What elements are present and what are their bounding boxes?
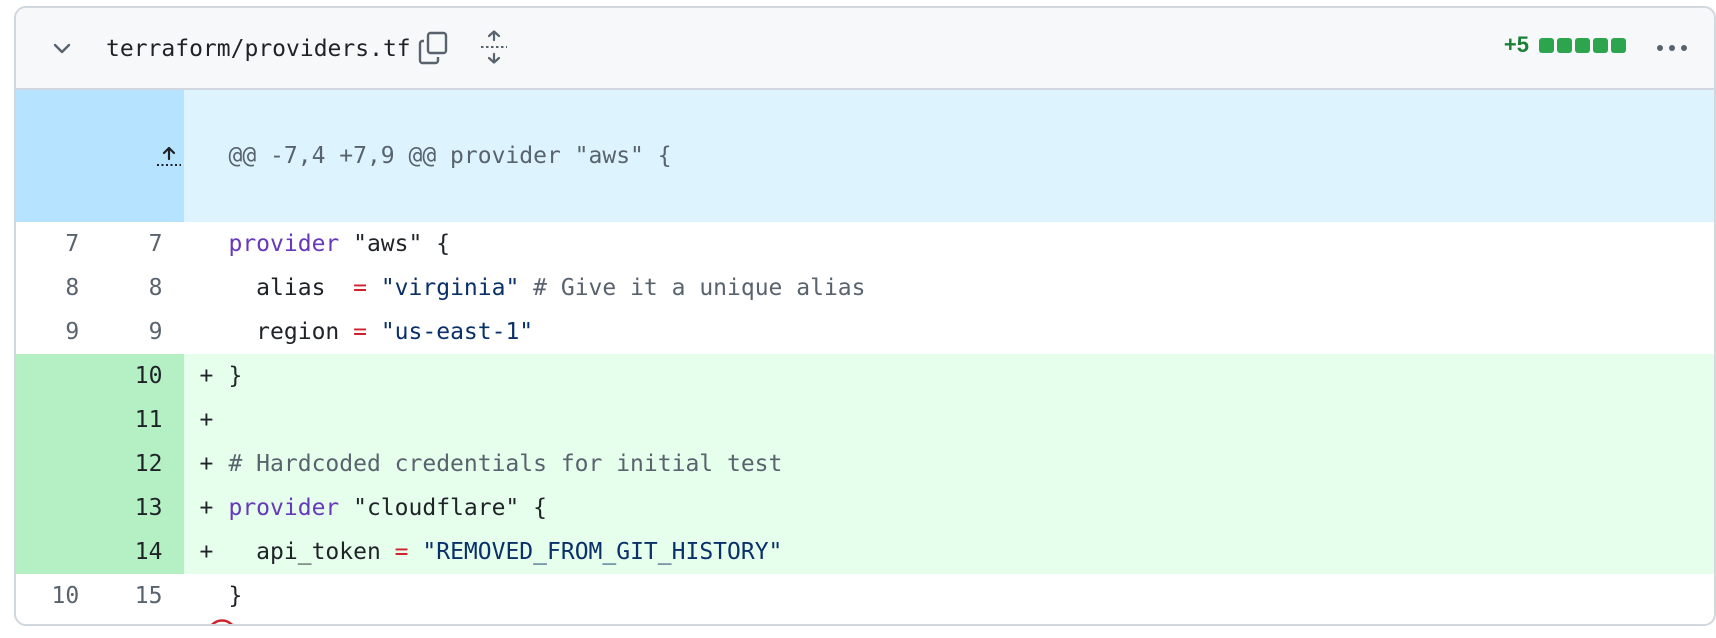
old-line-number[interactable] [16, 354, 86, 398]
comment-token: # Hardcoded credentials for initial test [228, 451, 783, 477]
hunk-marker [184, 90, 229, 222]
new-line-number[interactable]: 15 [85, 574, 184, 618]
code-token: "cloudflare" { [339, 495, 547, 521]
new-line-number[interactable]: 12 [85, 442, 185, 486]
keyword-token: provider [228, 495, 340, 521]
diff-line-context: 88 alias = "virginia" # Give it a unique… [16, 266, 1714, 310]
code-token: } [228, 583, 243, 609]
operator-token: = [353, 319, 367, 345]
code-token: api_token [228, 539, 395, 565]
old-line-number[interactable]: 8 [16, 266, 85, 310]
code-token: "aws" { [339, 231, 451, 257]
no-entry-icon [206, 618, 238, 624]
diffstat-block-added [1611, 37, 1626, 53]
diff-marker: + [184, 442, 229, 486]
diff-marker: + [184, 530, 229, 574]
new-line-number[interactable]: 9 [85, 310, 184, 354]
diff-table: @@ -7,4 +7,9 @@ provider "aws" { 7 7 provi… [16, 90, 1714, 624]
diffstat-block-added [1593, 37, 1608, 53]
old-line-number[interactable] [16, 486, 86, 530]
code-line: api_token = "REMOVED_FROM_GIT_HISTORY" [228, 530, 1714, 574]
unfold-icon[interactable] [476, 26, 512, 68]
code-line [228, 398, 1714, 442]
diff-marker [184, 574, 228, 618]
fold-up-icon[interactable] [16, 90, 185, 222]
new-line-number[interactable]: 10 [85, 354, 185, 398]
diff-marker: + [184, 398, 229, 442]
new-line-number[interactable]: 8 [85, 266, 184, 310]
operator-token: = [353, 275, 367, 301]
diff-line-added: 13 + provider "cloudflare" { [16, 486, 1714, 530]
code-line: alias = "virginia" # Give it a unique al… [228, 266, 1714, 310]
file-header: terraform/providers.tf +5 [16, 8, 1714, 90]
code-line: provider "aws" { [228, 222, 1714, 266]
diff-marker [184, 310, 228, 354]
old-line-number[interactable]: 9 [16, 310, 85, 354]
comment-token: # Give it a unique alias [519, 275, 866, 301]
new-line-number[interactable]: 11 [85, 398, 185, 442]
operator-token: = [394, 539, 409, 565]
old-line-number[interactable]: 10 [16, 574, 85, 618]
file-path[interactable]: terraform/providers.tf [106, 32, 411, 66]
no-newline-cell [16, 618, 1714, 624]
hunk-header: @@ -7,4 +7,9 @@ provider "aws" { [228, 90, 1714, 222]
chevron-down-icon[interactable] [44, 30, 80, 66]
diff-marker [184, 266, 228, 310]
code-line: # Hardcoded credentials for initial test [228, 442, 1714, 486]
diff-line-added: 12 + # Hardcoded credentials for initial t… [16, 442, 1714, 486]
new-line-number[interactable]: 14 [85, 530, 185, 574]
diff-line-context: 99 region = "us-east-1" [16, 310, 1714, 354]
diff-line-added: 14 + api_token = "REMOVED_FROM_GIT_HISTOR… [16, 530, 1714, 574]
diffstat: +5 [1504, 32, 1626, 58]
diff-marker: + [184, 486, 229, 530]
new-line-number[interactable]: 13 [85, 486, 185, 530]
old-line-number[interactable]: 7 [16, 222, 85, 266]
code-line: region = "us-east-1" [228, 310, 1714, 354]
string-token: "us-east-1" [380, 319, 534, 345]
string-token: "REMOVED_FROM_GIT_HISTORY" [422, 539, 783, 565]
diffstat-block-added [1557, 37, 1572, 53]
diffstat-block-added [1575, 37, 1590, 53]
code-line: provider "cloudflare" { [228, 486, 1714, 530]
code-token: } [228, 363, 243, 389]
diffstat-blocks [1539, 37, 1626, 53]
copy-icon[interactable] [416, 28, 452, 68]
diffstat-block-added [1539, 37, 1554, 53]
code-token: alias [228, 275, 354, 301]
kebab-horizontal-icon[interactable] [1652, 30, 1692, 66]
diff-line-context: 10 15} [16, 574, 1714, 618]
old-line-number[interactable] [16, 398, 86, 442]
hunk-header-row: @@ -7,4 +7,9 @@ provider "aws" { [16, 90, 1714, 222]
diff-marker: + [184, 354, 229, 398]
diff-line-added: 10 +} [16, 354, 1714, 398]
diff-line-added: 11 + [16, 398, 1714, 442]
no-newline-row [16, 618, 1714, 624]
string-token: "virginia" [380, 275, 520, 301]
diff-file: terraform/providers.tf +5 @@ -7,4 +7,9 @… [14, 6, 1716, 626]
code-line: } [228, 574, 1714, 618]
code-token: region [228, 319, 354, 345]
code-line: } [228, 354, 1714, 398]
diff-line-context: 7 7 provider "aws" { [16, 222, 1714, 266]
additions-count: +5 [1503, 32, 1529, 57]
keyword-token: provider [228, 231, 340, 257]
old-line-number[interactable] [16, 530, 86, 574]
old-line-number[interactable] [16, 442, 86, 486]
diff-marker [184, 222, 228, 266]
new-line-number[interactable]: 7 [85, 222, 184, 266]
